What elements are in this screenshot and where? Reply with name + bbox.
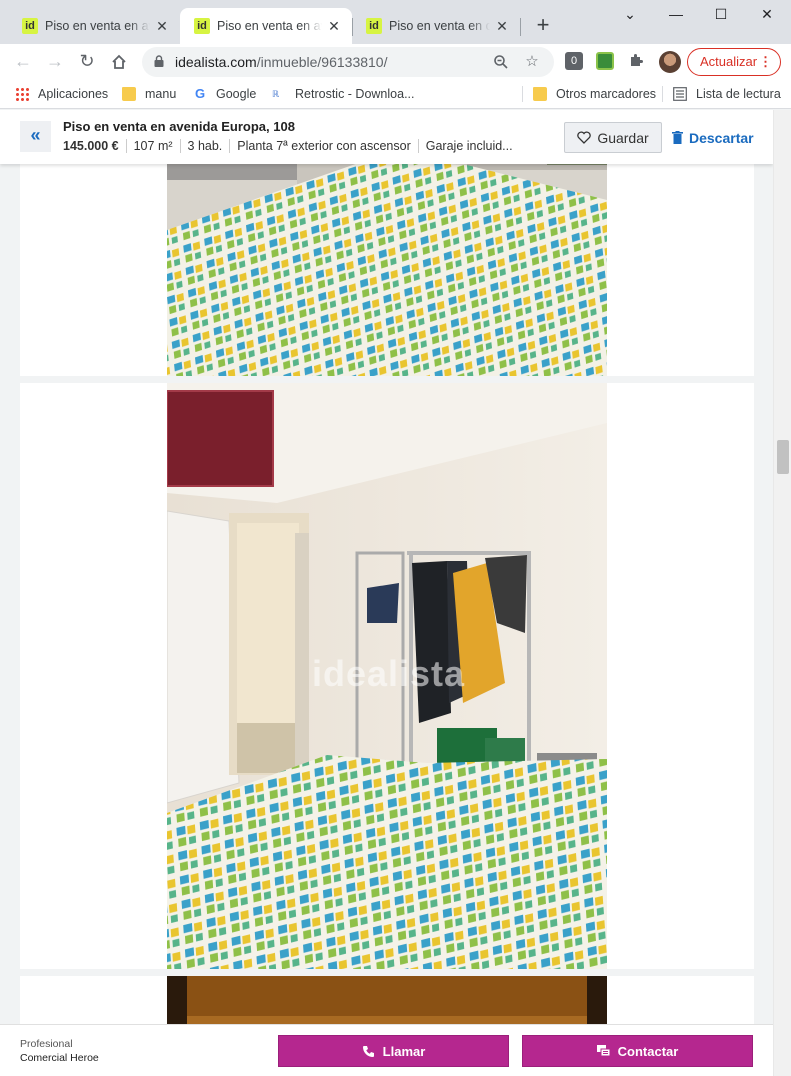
- lock-icon[interactable]: [154, 55, 164, 67]
- retrostic-icon: ℝ: [272, 89, 280, 99]
- discard-button[interactable]: Descartar: [672, 122, 754, 153]
- minimize-icon[interactable]: —: [664, 6, 688, 26]
- kebab-menu-icon[interactable]: ⋮: [759, 49, 772, 75]
- tab-title: Piso en venta en avenida Europa, 108: [45, 19, 150, 33]
- agent-type: Profesional: [20, 1038, 73, 1050]
- bookmark-star-icon[interactable]: ☆: [523, 53, 541, 71]
- agent-name[interactable]: Comercial Heroe: [20, 1052, 99, 1064]
- tab-title: Piso en venta en calle: [389, 19, 490, 33]
- tab-3[interactable]: id Piso en venta en calle ✕: [352, 8, 520, 44]
- bookmarks-separator: [662, 86, 663, 102]
- phone-icon: [362, 1045, 374, 1057]
- price: 145.000 €: [63, 139, 119, 153]
- listing-title: Piso en venta en avenida Europa, 108: [63, 119, 295, 134]
- url-domain: idealista.com: [175, 54, 257, 70]
- extension-counter-icon[interactable]: 0: [565, 52, 583, 70]
- tab-search-chevron-icon[interactable]: ⌄: [618, 6, 642, 26]
- tab-separator: [520, 18, 521, 36]
- reload-icon[interactable]: ↻: [75, 50, 99, 74]
- rooms: 3 hab.: [179, 139, 230, 153]
- photo-card: idealista: [20, 383, 754, 969]
- new-tab-plus-icon[interactable]: +: [532, 14, 554, 37]
- forward-arrow-icon[interactable]: →: [43, 50, 67, 74]
- url-path: /inmueble/96133810/: [256, 54, 388, 70]
- bookmark-label: Lista de lectura: [696, 87, 781, 101]
- listing-header: « Piso en venta en avenida Europa, 108 1…: [0, 110, 773, 164]
- update-label: Actualizar: [700, 54, 758, 69]
- save-button[interactable]: Guardar: [564, 122, 662, 153]
- bookmark-manu[interactable]: manu: [122, 85, 176, 103]
- bookmark-apps[interactable]: Aplicaciones: [15, 85, 108, 103]
- folder-icon: [533, 87, 547, 101]
- bookmark-label: manu: [145, 87, 177, 101]
- page-viewport: « Piso en venta en avenida Europa, 108 1…: [0, 110, 773, 1076]
- bookmark-label: Aplicaciones: [38, 87, 109, 101]
- tab-title: Piso en venta en avenida Europa, 108: [217, 19, 322, 33]
- floor: Planta 7ª exterior con ascensor: [229, 139, 417, 153]
- update-button[interactable]: Actualizar ⋮: [687, 48, 781, 76]
- close-window-icon[interactable]: ✕: [755, 6, 779, 26]
- bookmark-retrostic[interactable]: ℝ Retrostic - Downloa...: [272, 85, 414, 103]
- reading-list[interactable]: Lista de lectura: [673, 85, 781, 103]
- apps-grid-icon: [15, 87, 29, 101]
- bedroom-photo[interactable]: idealista: [167, 383, 607, 969]
- reading-list-icon: [673, 87, 687, 101]
- idealista-favicon-icon: id: [194, 18, 210, 34]
- bookmark-label: Retrostic - Downloa...: [295, 87, 415, 101]
- idealista-favicon-icon: id: [22, 18, 38, 34]
- back-arrow-icon[interactable]: ←: [11, 50, 35, 74]
- chat-icon: [596, 1045, 610, 1057]
- extension-green-icon[interactable]: [596, 52, 614, 70]
- back-double-chevron-icon[interactable]: «: [20, 121, 51, 152]
- tab-strip: id Piso en venta en avenida Europa, 108 …: [0, 0, 791, 44]
- area: 107 m²: [125, 139, 180, 153]
- bookmarks-separator: [522, 86, 523, 102]
- trash-icon: [672, 131, 683, 144]
- listing-facts: 145.000 € 107 m² 3 hab. Planta 7ª exteri…: [63, 139, 520, 153]
- maximize-icon[interactable]: ☐: [709, 6, 733, 26]
- folder-icon: [122, 87, 136, 101]
- bookmark-label: Google: [216, 87, 257, 101]
- tab-2-active[interactable]: id Piso en venta en avenida Europa, 108 …: [180, 8, 352, 44]
- extensions-puzzle-icon[interactable]: [627, 52, 645, 70]
- call-label: Llamar: [382, 1043, 426, 1059]
- address-bar[interactable]: idealista.com/inmueble/96133810/ ☆: [142, 47, 554, 77]
- close-tab-icon[interactable]: ✕: [326, 18, 342, 34]
- bookmark-other[interactable]: Otros marcadores: [533, 85, 656, 103]
- home-icon[interactable]: [107, 50, 131, 74]
- url-text[interactable]: idealista.com/inmueble/96133810/: [175, 54, 387, 70]
- bookmark-label: Otros marcadores: [556, 87, 657, 101]
- close-tab-icon[interactable]: ✕: [494, 18, 510, 34]
- contact-bar: Profesional Comercial Heroe Llamar Conta…: [0, 1024, 773, 1076]
- profile-avatar[interactable]: [659, 51, 681, 73]
- close-tab-icon[interactable]: ✕: [154, 18, 170, 34]
- bookmark-google[interactable]: G Google: [193, 85, 256, 103]
- call-button[interactable]: Llamar: [278, 1035, 509, 1067]
- contact-button[interactable]: Contactar: [522, 1035, 753, 1067]
- bookmarks-bar: Aplicaciones manu G Google ℝ Retrostic -…: [0, 79, 791, 109]
- scrollbar-thumb[interactable]: [777, 440, 789, 474]
- contact-label: Contactar: [617, 1043, 679, 1059]
- discard-label: Descartar: [689, 129, 754, 146]
- garage: Garaje incluid...: [417, 139, 520, 153]
- zoom-search-icon[interactable]: [492, 53, 510, 71]
- idealista-watermark: idealista: [312, 653, 466, 694]
- heart-icon: [577, 131, 592, 144]
- idealista-favicon-icon: id: [366, 18, 382, 34]
- save-label: Guardar: [597, 129, 649, 146]
- tab-1[interactable]: id Piso en venta en avenida Europa, 108 …: [8, 8, 180, 44]
- page-scrollbar[interactable]: [773, 110, 791, 1076]
- google-icon: G: [194, 86, 206, 101]
- browser-toolbar: ← → ↻ idealista.com/inmueble/96133810/ ☆…: [0, 44, 791, 79]
